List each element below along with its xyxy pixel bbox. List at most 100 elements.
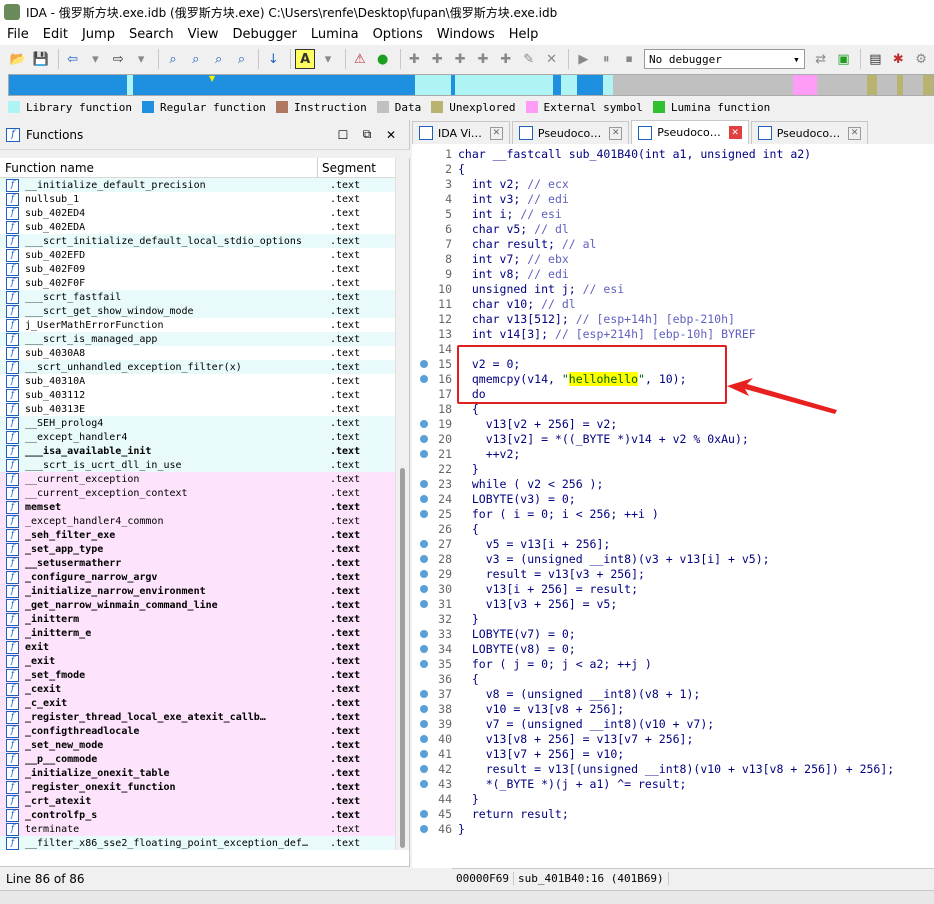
menu-jump[interactable]: Jump xyxy=(75,27,122,42)
function-row[interactable]: f nullsub_1 .text xyxy=(0,192,395,206)
code-line[interactable]: 9 int v8; // edi xyxy=(412,266,934,281)
save-icon[interactable]: 💾 xyxy=(31,49,51,69)
tab-pseudocode[interactable]: Pseudoco… ✕ xyxy=(511,121,630,144)
chevron-down-icon[interactable]: ▾ xyxy=(318,49,338,69)
run-debugger-icon[interactable]: ▣ xyxy=(834,49,854,69)
code-line[interactable]: 35 for ( j = 0; j < a2; ++j ) xyxy=(412,656,934,671)
code-line[interactable]: 24 LOBYTE(v3) = 0; xyxy=(412,491,934,506)
breakpoint-dot-icon[interactable] xyxy=(420,584,428,593)
plugin-icon[interactable]: ✱ xyxy=(888,49,908,69)
menu-windows[interactable]: Windows xyxy=(430,27,502,42)
menu-lumina[interactable]: Lumina xyxy=(304,27,366,42)
function-row[interactable]: f __except_handler4 .text xyxy=(0,430,395,444)
code-line[interactable]: 27 v5 = v13[i + 256]; xyxy=(412,536,934,551)
code-line[interactable]: 6 char v5; // dl xyxy=(412,221,934,236)
code-line[interactable]: 3 int v2; // ecx xyxy=(412,176,934,191)
stop-icon[interactable]: ⏹ xyxy=(619,49,639,69)
function-row[interactable]: f _set_new_mode .text xyxy=(0,738,395,752)
green-circle-icon[interactable]: ● xyxy=(373,49,393,69)
function-row[interactable]: f _initialize_onexit_table .text xyxy=(0,766,395,780)
function-row[interactable]: f ___scrt_initialize_default_local_stdio_… xyxy=(0,234,395,248)
code-line[interactable]: 20 v13[v2] = *((_BYTE *)v14 + v2 % 0xAu)… xyxy=(412,431,934,446)
forward-arrow-icon[interactable]: ⇨ xyxy=(108,49,128,69)
tab-ida-view[interactable]: IDA Vi… ✕ xyxy=(412,121,510,144)
warning-icon[interactable]: ⚠ xyxy=(350,49,370,69)
menu-search[interactable]: Search xyxy=(122,27,181,42)
function-row[interactable]: f _configthreadlocale .text xyxy=(0,724,395,738)
patch-icon[interactable]: ✎ xyxy=(519,49,539,69)
code-line[interactable]: 7 char result; // al xyxy=(412,236,934,251)
breakpoint-dot-icon[interactable] xyxy=(420,509,428,518)
pseudocode-view[interactable]: 1 char __fastcall sub_401B40(int a1, unsi… xyxy=(412,144,934,868)
function-row[interactable]: f _exit .text xyxy=(0,654,395,668)
binoculars-hex-icon[interactable]: ⌕ xyxy=(209,49,229,69)
breakpoint-dot-icon[interactable] xyxy=(420,479,428,488)
function-row[interactable]: f _crt_atexit .text xyxy=(0,794,395,808)
binoculars-next-icon[interactable]: ⌕ xyxy=(232,49,252,69)
column-function-name[interactable]: Function name xyxy=(0,157,318,178)
graph-icon[interactable]: ⚙ xyxy=(911,49,931,69)
data-icon[interactable]: ✚ xyxy=(427,49,447,69)
code-line[interactable]: 46} xyxy=(412,821,934,836)
close-icon[interactable]: ✕ xyxy=(728,126,742,139)
function-row[interactable]: f _seh_filter_exe .text xyxy=(0,528,395,542)
function-row[interactable]: f terminate .text xyxy=(0,822,395,836)
breakpoint-dot-icon[interactable] xyxy=(420,569,428,578)
code-line[interactable]: 31 v13[v3 + 256] = v5; xyxy=(412,596,934,611)
function-row[interactable]: f _c_exit .text xyxy=(0,696,395,710)
struct-icon[interactable]: ✚ xyxy=(450,49,470,69)
down-arrow-icon[interactable]: ↓ xyxy=(263,49,283,69)
function-row[interactable]: f sub_402F09 .text xyxy=(0,262,395,276)
function-row[interactable]: f __scrt_unhandled_exception_filter(x) .te… xyxy=(0,360,395,374)
function-row[interactable]: f _configure_narrow_argv .text xyxy=(0,570,395,584)
array-icon[interactable]: ✚ xyxy=(473,49,493,69)
function-row[interactable]: f ___isa_available_init .text xyxy=(0,444,395,458)
function-row[interactable]: f sub_403112 .text xyxy=(0,388,395,402)
breakpoint-dot-icon[interactable] xyxy=(420,599,428,608)
play-icon[interactable]: ▶ xyxy=(573,49,593,69)
function-row[interactable]: f _cexit .text xyxy=(0,682,395,696)
undefine-icon[interactable]: ✚ xyxy=(496,49,516,69)
function-row[interactable]: f _set_app_type .text xyxy=(0,542,395,556)
function-row[interactable]: f ___scrt_is_ucrt_dll_in_use .text xyxy=(0,458,395,472)
code-line[interactable]: 43 *(_BYTE *)(j + a1) ^= result; xyxy=(412,776,934,791)
chevron-down-icon[interactable]: ▾ xyxy=(86,49,106,69)
function-row[interactable]: f sub_402F0F .text xyxy=(0,276,395,290)
function-row[interactable]: f ___scrt_fastfail .text xyxy=(0,290,395,304)
function-row[interactable]: f _register_onexit_function .text xyxy=(0,780,395,794)
navigation-band[interactable]: ▼ xyxy=(8,74,934,96)
float-icon[interactable]: ⧉ xyxy=(355,127,379,142)
binoculars-text-icon[interactable]: ⌕ xyxy=(186,49,206,69)
breakpoint-dot-icon[interactable] xyxy=(420,554,428,563)
code-line[interactable]: 33 LOBYTE(v7) = 0; xyxy=(412,626,934,641)
function-row[interactable]: f _initterm_e .text xyxy=(0,626,395,640)
open-folder-icon[interactable]: 📂 xyxy=(8,49,28,69)
breakpoint-dot-icon[interactable] xyxy=(420,779,428,788)
output-window-bar[interactable] xyxy=(0,890,934,904)
function-row[interactable]: f sub_402EDA .text xyxy=(0,220,395,234)
function-row[interactable]: f sub_4030A8 .text xyxy=(0,346,395,360)
close-icon[interactable]: ✕ xyxy=(848,126,862,140)
function-row[interactable]: f _initialize_narrow_environment .text xyxy=(0,584,395,598)
functions-scrollbar[interactable] xyxy=(395,158,409,850)
code-line[interactable]: 26 { xyxy=(412,521,934,536)
breakpoint-dot-icon[interactable] xyxy=(420,494,428,503)
code-line[interactable]: 37 v8 = (unsigned __int8)(v8 + 1); xyxy=(412,686,934,701)
code-line[interactable]: 21 ++v2; xyxy=(412,446,934,461)
function-row[interactable]: f _get_narrow_winmain_command_line .text xyxy=(0,598,395,612)
functions-list[interactable]: f __initialize_default_precision .text f nul… xyxy=(0,178,395,850)
breakpoint-dot-icon[interactable] xyxy=(420,539,428,548)
back-arrow-icon[interactable]: ⇦ xyxy=(63,49,83,69)
column-segment[interactable]: Segment xyxy=(318,161,376,175)
code-line[interactable]: 22 } xyxy=(412,461,934,476)
breakpoint-dot-icon[interactable] xyxy=(420,659,428,668)
code-line[interactable]: 25 for ( i = 0; i < 256; ++i ) xyxy=(412,506,934,521)
code-line[interactable]: 19 v13[v2 + 256] = v2; xyxy=(412,416,934,431)
code-line[interactable]: 13 int v14[3]; // [esp+214h] [ebp-10h] B… xyxy=(412,326,934,341)
function-row[interactable]: f sub_40310A .text xyxy=(0,374,395,388)
function-row[interactable]: f ___scrt_is_managed_app .text xyxy=(0,332,395,346)
breakpoint-dot-icon[interactable] xyxy=(420,449,428,458)
text-color-icon[interactable]: A xyxy=(295,49,316,69)
breakpoint-dot-icon[interactable] xyxy=(420,644,428,653)
function-row[interactable]: f sub_402EFD .text xyxy=(0,248,395,262)
